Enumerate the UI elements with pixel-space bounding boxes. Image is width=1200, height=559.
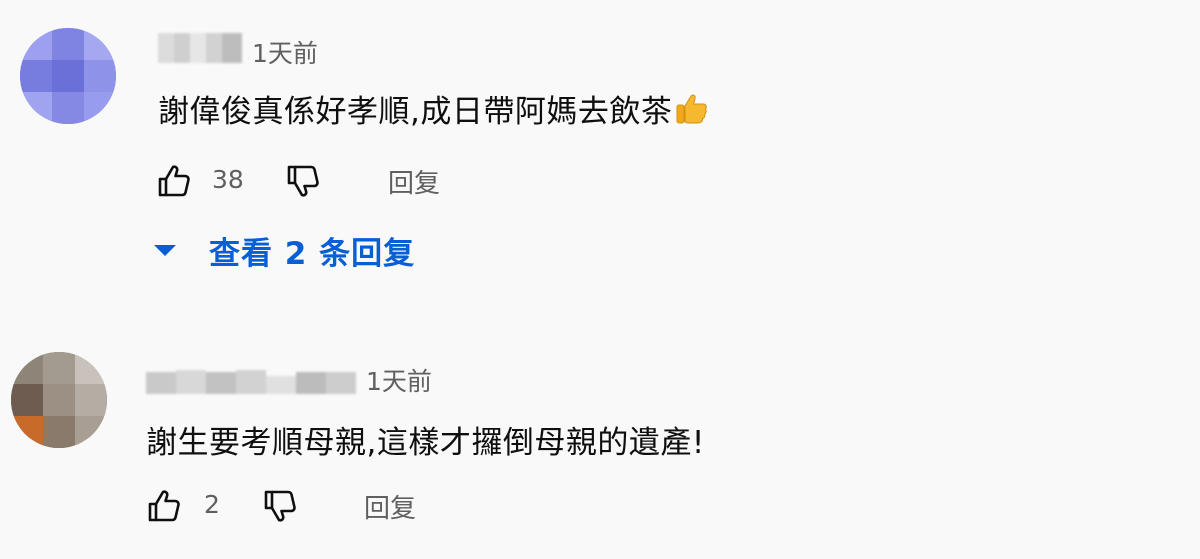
like-count: 38 <box>212 165 244 194</box>
comment-1: 1天前 謝偉俊真係好孝順,成日帶阿媽去飲茶 38 回复 <box>0 0 1200 230</box>
username-blurred[interactable] <box>158 33 242 63</box>
comment-timestamp[interactable]: 1天前 <box>366 362 432 398</box>
like-count: 2 <box>204 490 220 519</box>
comment-2: 1天前 謝生要考順母親,這樣才攞倒母親的遺產! 2 回复 <box>0 330 1200 559</box>
thumbs-up-emoji-icon <box>674 92 708 134</box>
view-replies-button[interactable]: 查看 2 条回复 <box>150 226 415 274</box>
avatar[interactable] <box>11 352 107 448</box>
view-replies-label: 查看 2 条回复 <box>209 235 416 272</box>
username-blurred[interactable] <box>146 366 356 396</box>
like-icon[interactable] <box>156 163 192 199</box>
reply-button[interactable]: 回复 <box>388 163 440 200</box>
dislike-icon[interactable] <box>262 488 298 524</box>
comments-section: 1天前 謝偉俊真係好孝順,成日帶阿媽去飲茶 38 回复 查看 2 条回复 1天前… <box>0 0 1200 559</box>
like-icon[interactable] <box>146 488 182 524</box>
avatar[interactable] <box>20 28 116 124</box>
comment-text-content: 謝偉俊真係好孝順,成日帶阿媽去飲茶 <box>158 94 673 130</box>
comment-timestamp[interactable]: 1天前 <box>252 34 318 70</box>
comment-text: 謝生要考順母親,這樣才攞倒母親的遺產! <box>146 425 705 461</box>
reply-button[interactable]: 回复 <box>364 488 416 525</box>
comment-text: 謝偉俊真係好孝順,成日帶阿媽去飲茶 <box>158 86 708 134</box>
caret-down-icon <box>154 244 176 256</box>
dislike-icon[interactable] <box>285 163 321 199</box>
